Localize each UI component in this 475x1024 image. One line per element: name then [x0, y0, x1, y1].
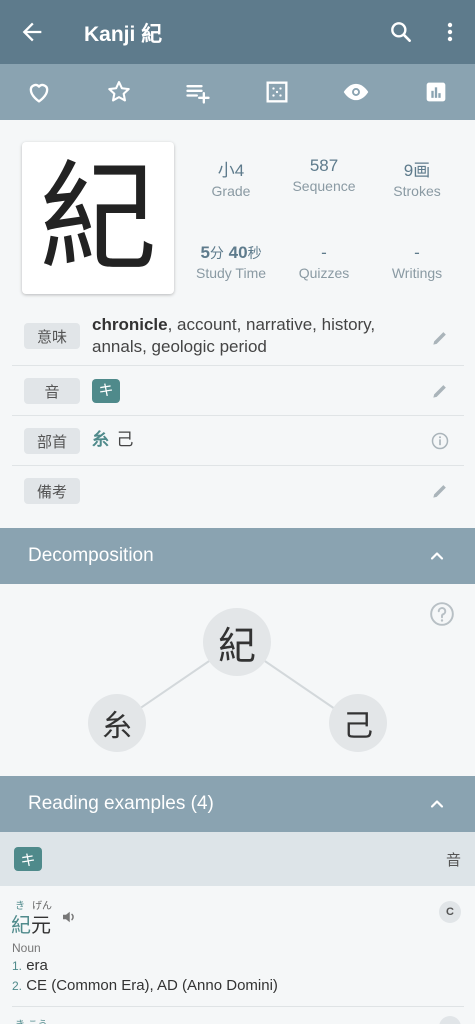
jlpt-badge: C	[439, 901, 461, 923]
stat-quizzes: - Quizzes	[279, 243, 369, 281]
decomposition-left-node[interactable]: 糸	[88, 694, 146, 752]
playlist-add-icon[interactable]	[184, 78, 212, 106]
meaning-secondary-line2: annals, geologic period	[92, 337, 267, 356]
reading-group-header: キ 音	[0, 832, 475, 886]
chevron-up-icon[interactable]	[427, 794, 447, 814]
app-bar: Kanji 紀	[0, 0, 475, 64]
reading-type-label: 音	[445, 852, 461, 869]
stat-value: 587	[309, 156, 339, 175]
decomposition-tree: 紀 糸 己	[0, 584, 475, 776]
grid-box-icon[interactable]	[263, 78, 291, 106]
notes-row[interactable]: 備考	[12, 466, 464, 516]
stat-study-time: 5分 40秒 Study Time	[186, 243, 276, 281]
definition-text: era	[26, 957, 48, 974]
stat-value: 小4	[217, 161, 245, 180]
stat-grade: 小4 Grade	[186, 156, 276, 199]
eye-icon[interactable]	[342, 78, 370, 106]
definition-1: 1. era	[12, 957, 48, 974]
speaker-icon[interactable]	[60, 908, 78, 926]
list-item[interactable]: き げん 紀 元 C Noun 1. era 2. CE (Common Era…	[0, 886, 475, 1006]
divider	[12, 1006, 464, 1007]
stat-value: -	[414, 243, 420, 262]
stat-label: Study Time	[195, 265, 267, 281]
definition-number: 1.	[12, 959, 23, 973]
kanji-info-panel: 紀 小4 Grade 587 Sequence 9画 Strokes 5分 40…	[0, 120, 475, 528]
stat-label: Strokes	[393, 183, 441, 199]
edit-icon[interactable]	[430, 381, 450, 401]
radical-character[interactable]: 糸	[92, 430, 109, 450]
meaning-primary: chronicle	[92, 315, 168, 334]
stat-label: Quizzes	[298, 265, 350, 281]
kanji-display[interactable]: 紀	[22, 142, 174, 294]
stat-value: 9画	[403, 161, 431, 180]
decomposition-header[interactable]: Decomposition	[0, 528, 475, 584]
more-options-icon[interactable]	[438, 19, 462, 45]
jlpt-badge	[439, 1016, 461, 1024]
meaning-text: chronicle, account, narrative, history, …	[92, 314, 375, 358]
edit-icon[interactable]	[430, 481, 450, 501]
definition-text: CE (Common Era), AD (Anno Domini)	[26, 977, 278, 994]
meaning-chip: 意味	[24, 323, 80, 349]
stat-strokes: 9画 Strokes	[372, 156, 462, 199]
page-title: Kanji 紀	[84, 23, 163, 46]
stat-sequence: 587 Sequence	[279, 156, 369, 194]
radical-chip: 部首	[24, 428, 80, 454]
kanji-character: 紀	[38, 149, 157, 287]
radical-content: 糸 己	[92, 429, 133, 451]
reading-content: キ	[92, 379, 120, 403]
reading-example-list: き げん 紀 元 C Noun 1. era 2. CE (Common Era…	[0, 886, 475, 1024]
part-of-speech: Noun	[12, 941, 41, 955]
example-word-kanji: 元	[31, 913, 51, 937]
stats-chart-icon[interactable]	[422, 78, 450, 106]
stat-writings: - Writings	[372, 243, 462, 281]
meaning-secondary: , account, narrative, history,	[167, 315, 376, 334]
definition-number: 2.	[12, 979, 23, 993]
notes-chip: 備考	[24, 478, 80, 504]
edit-icon[interactable]	[430, 328, 450, 348]
action-toolbar	[0, 64, 475, 120]
example-word-kanji: 紀	[11, 913, 31, 937]
back-arrow-icon[interactable]	[18, 18, 46, 46]
reading-kana-chip[interactable]: キ	[14, 847, 42, 871]
stat-label: Writings	[391, 265, 443, 281]
stat-label: Grade	[211, 183, 251, 199]
stat-label: Sequence	[292, 178, 356, 194]
search-icon[interactable]	[388, 19, 414, 45]
reading-examples-title: Reading examples (4)	[28, 793, 214, 814]
furigana: き こう	[15, 1016, 48, 1024]
reading-row[interactable]: 音 キ	[12, 366, 464, 416]
decomposition-right-node[interactable]: 己	[329, 694, 387, 752]
reading-examples-header[interactable]: Reading examples (4)	[0, 776, 475, 832]
on-reading-kana[interactable]: キ	[92, 379, 120, 403]
radical-other: 己	[116, 430, 134, 450]
radical-row[interactable]: 部首 糸 己	[12, 416, 464, 466]
help-icon[interactable]	[429, 601, 455, 627]
meaning-row[interactable]: 意味 chronicle, account, narrative, histor…	[12, 312, 464, 366]
decomposition-root-node[interactable]: 紀	[203, 608, 271, 676]
reading-chip: 音	[24, 378, 80, 404]
definition-2: 2. CE (Common Era), AD (Anno Domini)	[12, 977, 278, 994]
star-icon[interactable]	[105, 78, 133, 106]
heart-icon[interactable]	[25, 78, 53, 106]
info-icon[interactable]	[430, 431, 450, 451]
stat-value: 5分 40秒	[200, 243, 262, 262]
decomposition-title: Decomposition	[28, 545, 154, 566]
stat-value: -	[321, 243, 327, 262]
chevron-up-icon[interactable]	[427, 546, 447, 566]
